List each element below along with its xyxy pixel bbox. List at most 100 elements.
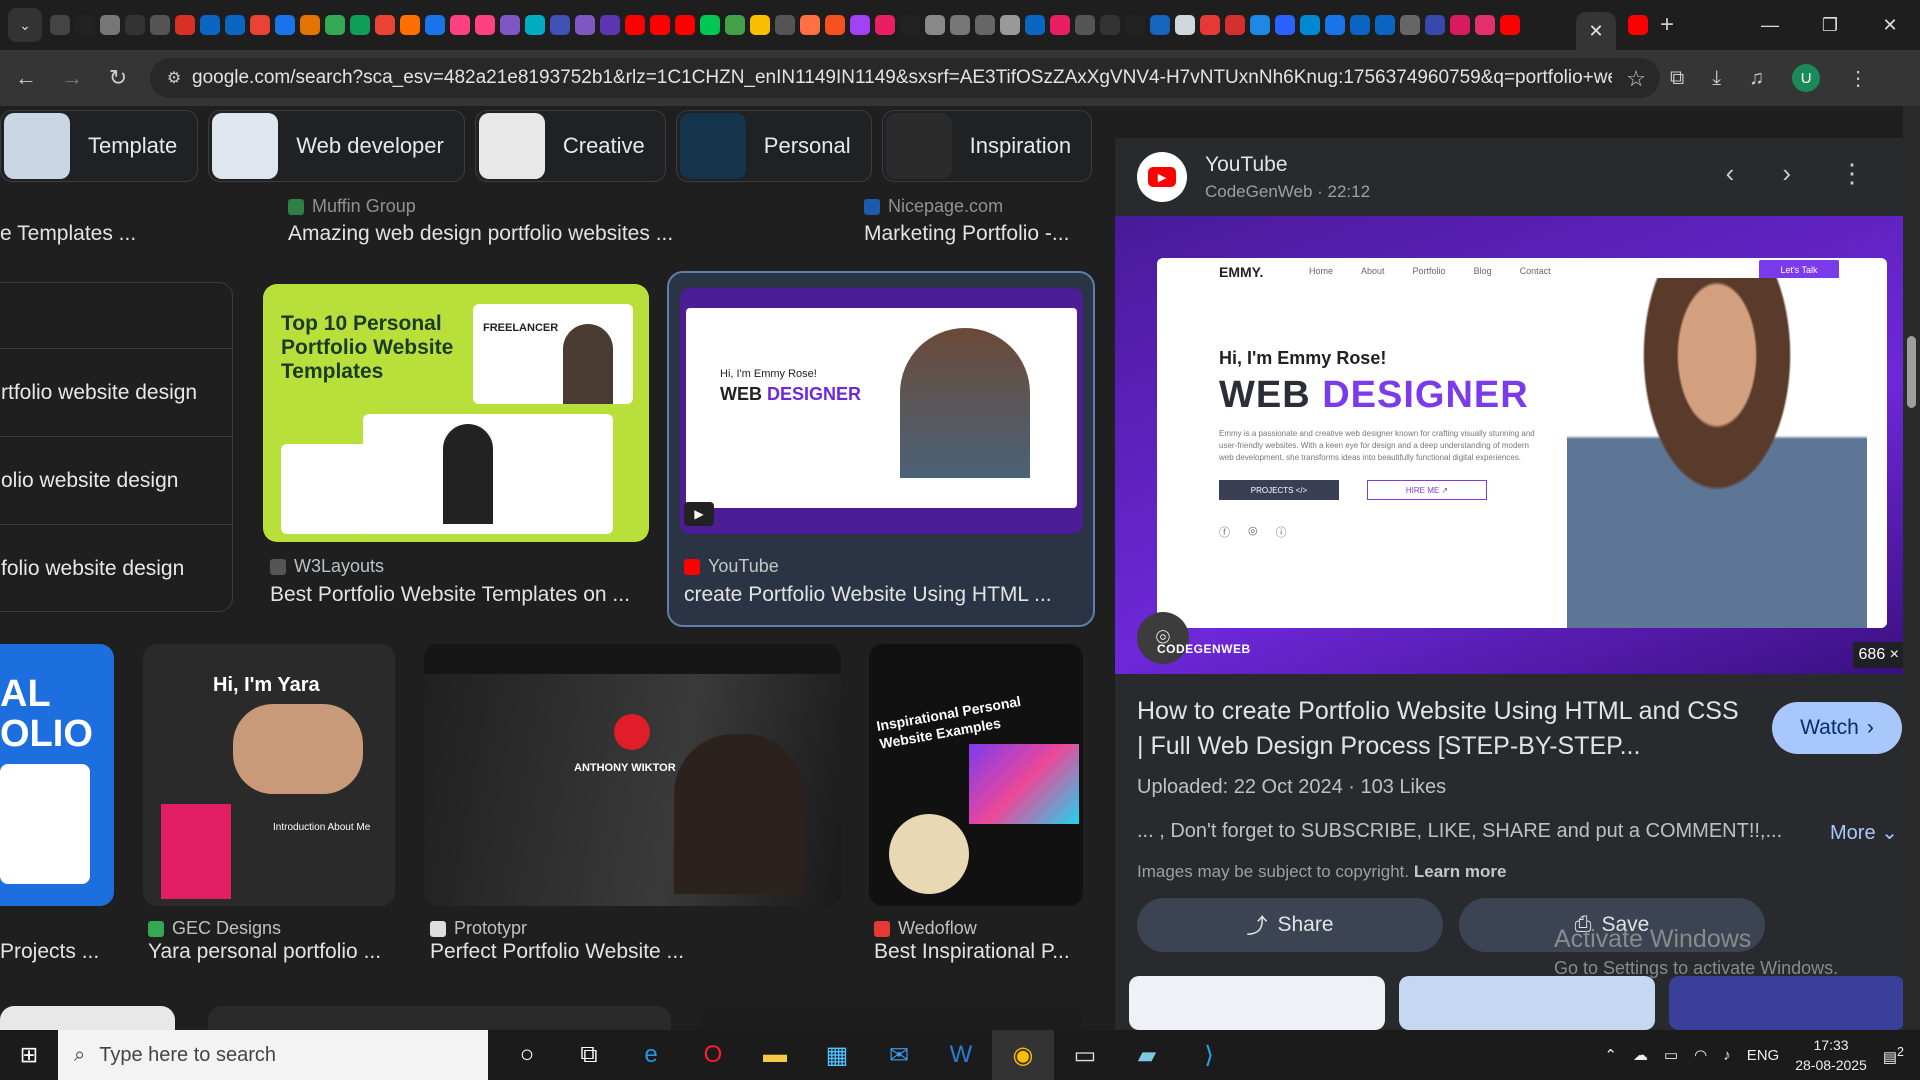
pinned-tab-favicon[interactable] <box>1475 15 1495 35</box>
chevron-left-icon[interactable]: ‹ <box>1726 158 1735 189</box>
pinned-tab-favicon[interactable] <box>100 15 120 35</box>
address-bar[interactable]: ⚙ google.com/search?sca_esv=482a21e81937… <box>150 58 1660 98</box>
pinned-tab-favicon[interactable] <box>975 15 995 35</box>
onedrive-icon[interactable]: ☁ <box>1633 1046 1648 1064</box>
pinned-tab-favicon[interactable] <box>75 15 95 35</box>
pinned-tab-favicon[interactable] <box>825 15 845 35</box>
mail-icon[interactable]: ✉ <box>868 1030 930 1080</box>
pinned-tab-favicon[interactable] <box>800 15 820 35</box>
wifi-icon[interactable]: ◠ <box>1694 1046 1707 1064</box>
extensions-icon[interactable]: ⧉ <box>1670 67 1684 90</box>
pinned-tab-favicon[interactable] <box>875 15 895 35</box>
forward-button[interactable]: → <box>52 65 92 91</box>
result-image[interactable]: Hi, I'm Emmy Rose! WEB DESIGNER ▶ <box>680 288 1083 534</box>
windows-start-icon[interactable]: ⊞ <box>0 1042 58 1068</box>
page-scrollbar[interactable] <box>1903 106 1920 1030</box>
notepad-icon[interactable]: ▰ <box>1116 1030 1178 1080</box>
pinned-tab-favicon[interactable] <box>350 15 370 35</box>
pinned-tab-favicon[interactable] <box>1375 15 1395 35</box>
pinned-tab-favicon[interactable] <box>450 15 470 35</box>
related-search-item[interactable]: rtfolio website design <box>0 349 232 437</box>
more-link[interactable]: More ⌄ <box>1830 820 1898 845</box>
pinned-tab-favicon[interactable] <box>700 15 720 35</box>
pinned-tab-favicon[interactable] <box>1150 15 1170 35</box>
terminal-icon[interactable]: ▭ <box>1054 1030 1116 1080</box>
result-title[interactable]: Projects ... <box>0 940 99 964</box>
result-title[interactable]: Perfect Portfolio Website ... <box>430 940 840 964</box>
share-button[interactable]: ⤴ Share <box>1137 898 1443 952</box>
profile-avatar[interactable]: U <box>1792 64 1821 92</box>
watch-button[interactable]: Watch › <box>1772 702 1902 754</box>
edge-icon[interactable]: e <box>620 1030 682 1080</box>
related-image[interactable] <box>1399 976 1655 1030</box>
result-image[interactable]: Top 10 Personal Portfolio Website Templa… <box>263 284 649 542</box>
pinned-tab-favicon[interactable] <box>1000 15 1020 35</box>
result-image[interactable] <box>0 1006 175 1030</box>
pinned-tab-favicon[interactable] <box>1075 15 1095 35</box>
pinned-tab-favicon[interactable] <box>175 15 195 35</box>
related-image[interactable] <box>1669 976 1905 1030</box>
result-image[interactable]: Inspirational Personal Website Examples <box>869 644 1083 906</box>
result-image[interactable]: Hi, I'm Yara Introduction About Me <box>143 644 395 906</box>
pinned-tab-favicon[interactable] <box>550 15 570 35</box>
pinned-tab-favicon[interactable] <box>1450 15 1470 35</box>
more-options-icon[interactable]: ⋮ <box>1839 158 1865 189</box>
pinned-tab-favicon[interactable] <box>1325 15 1345 35</box>
pinned-tab-favicon[interactable] <box>125 15 145 35</box>
chevron-up-icon[interactable]: ⌃ <box>1604 1046 1617 1064</box>
new-tab-button[interactable]: + <box>1660 11 1674 39</box>
pinned-tab-favicon[interactable] <box>675 15 695 35</box>
pinned-tab-favicon[interactable] <box>1125 15 1145 35</box>
opera-icon[interactable]: O <box>682 1030 744 1080</box>
active-tab[interactable]: ✕ <box>1576 12 1616 50</box>
chip-creative[interactable]: Creative <box>474 110 666 182</box>
pinned-tab-favicon[interactable] <box>425 15 445 35</box>
panel-title[interactable]: How to create Portfolio Website Using HT… <box>1137 694 1747 764</box>
chevron-right-icon[interactable]: › <box>1782 158 1791 189</box>
language-indicator[interactable]: ENG <box>1747 1047 1780 1064</box>
related-search-item[interactable]: olio website design <box>0 437 232 525</box>
notification-icon[interactable]: ▤2 <box>1883 1045 1904 1066</box>
learn-more-link[interactable]: Learn more <box>1414 862 1507 881</box>
bookmark-star-icon[interactable]: ☆ <box>1626 66 1646 92</box>
media-control-icon[interactable]: ♫ <box>1749 67 1764 90</box>
tab-search-button[interactable]: ⌄ <box>8 8 42 42</box>
pinned-tab-favicon[interactable] <box>325 15 345 35</box>
panel-channel[interactable]: YouTube <box>1205 153 1288 177</box>
pinned-tab-favicon[interactable] <box>1050 15 1070 35</box>
result-title[interactable]: create Portfolio Website Using HTML ... <box>684 583 1084 607</box>
pinned-tab-favicon[interactable] <box>1025 15 1045 35</box>
word-icon[interactable]: W <box>930 1030 992 1080</box>
result-image[interactable] <box>700 1006 1083 1030</box>
pinned-tab-favicon[interactable] <box>275 15 295 35</box>
pinned-tab-favicon[interactable] <box>850 15 870 35</box>
file-explorer-icon[interactable]: ▬ <box>744 1030 806 1080</box>
chip-inspiration[interactable]: Inspiration <box>881 110 1093 182</box>
volume-icon[interactable]: ♪ <box>1723 1047 1731 1064</box>
pinned-tab-favicon[interactable] <box>600 15 620 35</box>
pinned-tab-favicon[interactable] <box>300 15 320 35</box>
pinned-tab-favicon[interactable] <box>625 15 645 35</box>
close-window-button[interactable]: ✕ <box>1860 0 1920 50</box>
result-title[interactable]: Yara personal portfolio ... <box>148 940 398 964</box>
site-info-icon[interactable]: ⚙ <box>156 68 192 88</box>
chip-web-developer[interactable]: Web developer <box>208 110 465 182</box>
preview-image[interactable]: EMMY. Home About Portfolio Blog Contact Let'… <box>1115 216 1905 674</box>
battery-icon[interactable]: ▭ <box>1664 1046 1678 1064</box>
minimize-button[interactable]: — <box>1740 0 1800 50</box>
pinned-tab-favicon[interactable] <box>725 15 745 35</box>
pinned-tab-favicon[interactable] <box>650 15 670 35</box>
url-text[interactable]: google.com/search?sca_esv=482a21e8193752… <box>192 67 1612 89</box>
pinned-tab-favicon[interactable] <box>1350 15 1370 35</box>
pinned-tab-favicon[interactable] <box>475 15 495 35</box>
result-title[interactable]: Amazing web design portfolio websites ..… <box>288 222 673 246</box>
back-button[interactable]: ← <box>6 65 46 91</box>
related-image[interactable] <box>1129 976 1385 1030</box>
pinned-tab-favicon[interactable] <box>1200 15 1220 35</box>
pinned-tab-favicon[interactable] <box>400 15 420 35</box>
vscode-icon[interactable]: ⟩ <box>1178 1030 1240 1080</box>
pinned-tab-favicon[interactable] <box>1250 15 1270 35</box>
microsoft-store-icon[interactable]: ▦ <box>806 1030 868 1080</box>
related-search-item[interactable] <box>0 283 232 349</box>
lens-icon[interactable]: ⌾ <box>1137 612 1189 664</box>
